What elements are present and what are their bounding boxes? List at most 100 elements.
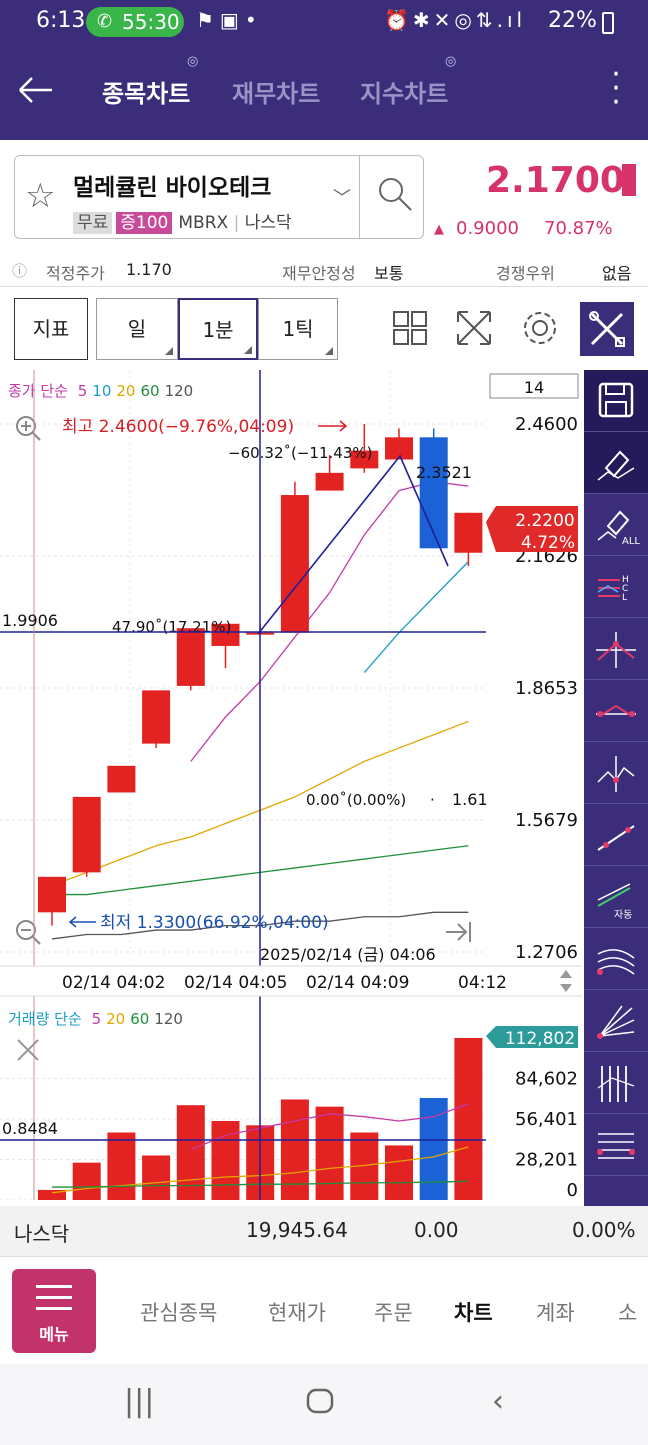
period-day-button[interactable]: 일 — [96, 298, 178, 360]
volume-bar — [107, 1132, 136, 1200]
back-arrow-icon[interactable] — [16, 70, 56, 110]
volume-bar — [280, 1099, 309, 1200]
ma-legend-item[interactable]: 20 — [116, 382, 135, 400]
stock-market: 나스닥 — [244, 213, 292, 233]
tag-margin: 증100 — [116, 212, 173, 234]
vertical-lines-icon[interactable] — [584, 1052, 648, 1114]
call-indicator[interactable]: ✆ 55:30 — [86, 7, 184, 37]
volume-legend-item[interactable]: 120 — [154, 1010, 183, 1028]
ma-legend-item[interactable]: 60 — [140, 382, 159, 400]
system-nav-bar: ||| ‹ — [0, 1364, 648, 1445]
angle-label-3: 0.00˚(0.00%) — [306, 791, 406, 809]
candle — [107, 765, 136, 793]
menu-button[interactable]: 메뉴 — [12, 1269, 96, 1353]
auto-trend-icon[interactable]: 자동 — [584, 866, 648, 928]
indicator-button[interactable]: 지표 — [14, 298, 88, 360]
horizontal-line-price: 1.61 — [452, 790, 488, 809]
eraser-icon[interactable] — [584, 432, 648, 494]
price-chart[interactable]: 2.4600 2.1626 1.8653 1.5679 1.2706 84,602 56,… — [0, 370, 582, 1201]
current-price-tag-value: 2.2200 — [515, 511, 574, 531]
zoom-out-icon[interactable] — [16, 920, 41, 945]
y-tick-label: 1.8653 — [515, 678, 578, 699]
layout-grid-icon[interactable] — [390, 308, 434, 352]
chevron-down-icon[interactable]: ﹀ — [333, 184, 351, 210]
hcl-icon[interactable]: HCL — [584, 556, 648, 618]
battery-percent: 22% — [548, 8, 597, 33]
tab-badge-icon: ◎ — [444, 54, 457, 69]
volume-legend[interactable]: 거래량 단순 5 20 60 120 — [8, 1010, 183, 1028]
ma-legend-item[interactable]: 10 — [92, 382, 111, 400]
price-change: 0.9000 — [456, 218, 519, 239]
volume-bar — [454, 1038, 483, 1200]
help-icon[interactable]: ⓘ — [12, 260, 27, 281]
ma-legend-item[interactable]: 120 — [165, 382, 194, 400]
volume-bar — [72, 1162, 101, 1200]
current-price-tag-pct: 4.72% — [521, 533, 575, 553]
candle — [454, 512, 483, 553]
save-icon[interactable] — [584, 370, 648, 432]
fair-price-value: 1.170 — [126, 260, 172, 279]
trendline-price-1: 2.3521 — [416, 463, 472, 482]
jump-to-end-icon[interactable] — [446, 922, 471, 942]
candle — [72, 796, 101, 873]
close-icon[interactable] — [17, 1039, 39, 1061]
period-1tick-button[interactable]: 1틱 — [258, 298, 338, 360]
call-duration: 55:30 — [122, 10, 180, 34]
nav-current-price[interactable]: 현재가 — [268, 1297, 326, 1327]
cursor-time-label: 2025/02/14 (금) 04:06 — [260, 945, 436, 964]
ma-legend-item[interactable]: 5 — [78, 382, 88, 400]
eraser-all-icon[interactable]: ALL — [584, 494, 648, 556]
period-1min-button[interactable]: 1분 — [178, 298, 258, 360]
valley-line-icon[interactable] — [584, 742, 648, 804]
stock-info-row: ⓘ 적정주가 1.170 재무안정성 보통 경쟁우위 없음 — [0, 254, 648, 286]
index-change: 0.00 — [414, 1218, 459, 1242]
trend-line-icon[interactable] — [584, 804, 648, 866]
nav-chart[interactable]: 차트 — [454, 1297, 493, 1327]
volume-legend-item[interactable]: 20 — [106, 1010, 125, 1028]
stock-selector[interactable]: ☆ 멀레큘린 바이오테크 ﹀ 무료 증100 MBRX | 나스닥 — [14, 155, 424, 239]
volume-current-value: 112,802 — [505, 1029, 575, 1049]
chart-canvas[interactable]: 2.46002.16261.86531.56791.2706 84,60256,… — [0, 370, 582, 1201]
fullscreen-icon[interactable] — [454, 308, 498, 352]
peak-line-icon[interactable] — [584, 680, 648, 742]
status-bar: 6:13 ✆ 55:30 ⚑▣• ⏰✱✕◎⇅.ıl 22% — [0, 0, 648, 44]
candle — [142, 690, 171, 744]
candle — [38, 876, 66, 913]
nav-more[interactable]: 소 — [618, 1297, 637, 1327]
y-tick-label: 2.4600 — [515, 414, 578, 435]
tab-stock-chart[interactable]: 종목차트 ◎ — [102, 54, 198, 109]
nav-order[interactable]: 주문 — [374, 1297, 413, 1327]
svg-text:자동: 자동 — [614, 909, 632, 921]
svg-text:ALL: ALL — [622, 536, 640, 547]
price-legend[interactable]: 종가 단순 5 10 20 60 120 — [8, 382, 193, 400]
zoom-in-icon[interactable] — [16, 416, 41, 441]
index-ticker-bar[interactable]: 나스닥 19,945.64 0.00 0.00% — [0, 1206, 648, 1256]
horizontal-lines-icon[interactable] — [584, 1114, 648, 1176]
volume-tick-label: 0 — [567, 1180, 578, 1200]
more-menu-icon[interactable]: · · · — [606, 60, 626, 118]
index-name: 나스닥 — [14, 1222, 70, 1246]
x-tick-label: 04:12 — [458, 973, 507, 993]
volume-legend-item[interactable]: 60 — [130, 1010, 149, 1028]
up-triangle-icon: ▲ — [434, 222, 444, 237]
home-icon[interactable] — [304, 1384, 336, 1424]
back-nav-icon[interactable]: ‹ — [492, 1384, 504, 1419]
fan-arc-icon[interactable] — [584, 928, 648, 990]
tab-finance-chart[interactable]: 재무차트 — [232, 74, 320, 109]
settings-gear-icon[interactable] — [520, 308, 564, 352]
volume-legend-item[interactable]: 5 — [92, 1010, 102, 1028]
tab-index-chart[interactable]: 지수차트 ◎ — [360, 54, 456, 109]
tag-free: 무료 — [73, 212, 113, 234]
candle — [176, 628, 205, 686]
drawing-tools-icon[interactable] — [580, 302, 634, 356]
stock-tags: 무료 증100 MBRX | 나스닥 — [73, 208, 292, 234]
nav-watchlist[interactable]: 관심종목 — [140, 1297, 217, 1327]
favorite-star-icon[interactable]: ☆ — [25, 176, 55, 216]
recent-apps-icon[interactable]: ||| — [124, 1384, 154, 1419]
search-icon[interactable] — [375, 174, 415, 214]
fan-line-icon[interactable] — [584, 990, 648, 1052]
notification-icons: ⚑▣• — [196, 8, 263, 32]
fin-stability-label: 재무안정성 — [282, 264, 356, 283]
nav-account[interactable]: 계좌 — [536, 1297, 575, 1327]
cross-line-icon[interactable] — [584, 618, 648, 680]
